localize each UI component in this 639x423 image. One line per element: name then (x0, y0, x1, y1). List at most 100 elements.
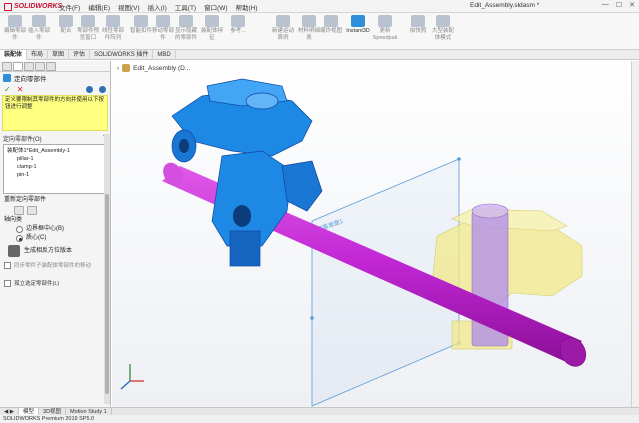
help-icon[interactable] (86, 85, 93, 93)
toolbar-button-14[interactable]: 更新Speedpak (372, 15, 398, 47)
tree-item[interactable]: clamp-1 (7, 163, 103, 171)
toolbar-icon (32, 15, 46, 27)
pushpin-icon[interactable] (99, 85, 106, 93)
model-view[interactable]: 前视基准面1 (112, 61, 639, 407)
flyout-tree[interactable]: › Edit_Assembly (D... (117, 64, 190, 72)
cancel-button[interactable]: ✕ (17, 85, 24, 94)
panel-tabs (0, 61, 110, 72)
sync-checkbox[interactable]: 同步零件子装配体零部件的移动 (0, 259, 110, 271)
close-button[interactable]: ✕ (629, 1, 635, 9)
toolbar-button-12[interactable]: 爆炸视图 (318, 15, 344, 47)
toolbar-icon (205, 15, 219, 27)
toolbar-button-16[interactable]: 大型装配体模式 (430, 15, 456, 47)
checkbox-box[interactable] (4, 261, 11, 269)
tab-3[interactable]: 评估 (69, 50, 91, 60)
isolate-checkbox[interactable]: 孤立选定零部件(L) (0, 277, 110, 289)
feature-tree-tab-icon[interactable] (2, 62, 12, 71)
plane-handle[interactable] (457, 157, 461, 161)
ds-logo-icon (4, 2, 12, 11)
toolbar-label: 更新Speedpak (372, 28, 398, 41)
toolbar-icon (156, 15, 170, 27)
panel-scrollbar[interactable] (104, 134, 110, 404)
reorient-heading: 重新定向零部件 (4, 197, 47, 203)
toolbar-icon (411, 15, 425, 27)
toolbar-button-0[interactable]: 编辑零部件 (2, 15, 28, 47)
tree-item[interactable]: pin-1 (7, 171, 103, 179)
toolbar-label: 新建运动算例 (271, 28, 294, 41)
expand-arrow-icon[interactable]: › (117, 65, 119, 72)
components-section-header[interactable]: 定向零部件(O) ⌃ (0, 131, 110, 144)
configuration-tab-icon[interactable] (24, 62, 34, 71)
toolbar-button-8[interactable]: 装配体特征 (199, 15, 225, 47)
graphics-area[interactable]: 前视基准面1 › Edit_Assembly (D... (112, 61, 639, 407)
tab-model[interactable]: 模型 (19, 408, 40, 415)
task-pane[interactable] (631, 61, 639, 407)
menu-window[interactable]: 窗口(W) (201, 1, 230, 13)
radio-dot[interactable] (16, 226, 23, 233)
toolbar-button-7[interactable]: 显示隐藏的零部件 (173, 15, 199, 47)
command-manager: 编辑零部件 插入零部件 配合 零部件预览窗口 线性零部件阵列 智能扣件 移动零部件 显示隐藏的… (0, 13, 639, 50)
toolbar-button-3[interactable]: 零部件预览窗口 (75, 15, 101, 47)
menu-edit[interactable]: 编辑(E) (85, 1, 113, 13)
checkbox-box[interactable] (4, 279, 11, 287)
document-title: Edit_Assembly.sldasm * (470, 2, 540, 9)
toolbar-icon (8, 15, 22, 27)
reorient-section: 重新定向零部件 轴向类 边界框中心(B) 质心(C) 生成相反方位版本 (0, 194, 110, 259)
tab-motion-study[interactable]: Motion Study 1 (66, 408, 112, 415)
ok-button[interactable]: ✓ (4, 85, 11, 94)
toolbar-icon (324, 15, 338, 27)
toolbar-label: 爆炸视图 (319, 28, 342, 34)
maximize-button[interactable]: ☐ (616, 1, 622, 9)
component-list[interactable]: 装配体1*Edit_Assembly-1 pillar-1 clamp-1 pin-1 (3, 144, 107, 194)
flyout-tree-label: Edit_Assembly (D... (133, 64, 191, 72)
property-manager-controls: ✓ ✕ (0, 83, 110, 95)
plane-handle[interactable] (310, 316, 314, 320)
toolbar-label: Instant3D (346, 28, 370, 34)
toolbar-label: 插入零部件 (27, 28, 50, 41)
status-bar: SOLIDWORKS Premium 2019 SP5.0 (0, 415, 639, 423)
toolbar-icon (106, 15, 120, 27)
radio-bounding-box[interactable]: 边界框中心(B) (4, 225, 106, 234)
property-manager-tab-icon[interactable] (13, 62, 23, 71)
title-bar: SOLIDWORKS 文件(F) 编辑(E) 视图(V) 插入(I) 工具(T)… (0, 0, 639, 13)
toolbar-button-13[interactable]: Instant3D (345, 15, 371, 47)
toolbar-label: 拍快照 (409, 28, 427, 34)
tab-5[interactable]: MBD (153, 50, 176, 60)
toolbar-button-10[interactable]: 新建运动算例 (270, 15, 296, 47)
solidworks-window: SOLIDWORKS 文件(F) 编辑(E) 视图(V) 插入(I) 工具(T)… (0, 0, 639, 423)
radio-label: 质心(C) (26, 235, 47, 241)
radio-dot[interactable] (16, 235, 23, 242)
solidworks-logo[interactable]: SOLIDWORKS (4, 2, 62, 11)
menu-tools[interactable]: 工具(T) (172, 1, 199, 13)
dimxpert-tab-icon[interactable] (35, 62, 45, 71)
isolate-label: 孤立选定零部件(L) (14, 281, 60, 287)
command-manager-tabs: 装配体 布局 草图 评估 SOLIDWORKS 插件 MBD (0, 50, 639, 60)
radio-center-of-mass[interactable]: 质心(C) (4, 234, 106, 243)
toolbar-label: 配合 (60, 28, 72, 34)
tab-4[interactable]: SOLIDWORKS 插件 (90, 50, 154, 60)
tree-item[interactable]: pillar-1 (7, 155, 103, 163)
scrollbar-thumb[interactable] (105, 194, 109, 394)
toolbar-button-1[interactable]: 插入零部件 (26, 15, 52, 47)
tab-3d-views[interactable]: 3D视图 (39, 408, 67, 415)
toolbar-button-9[interactable]: 参考... (225, 15, 251, 47)
tab-0[interactable]: 装配体 (0, 50, 28, 60)
orientation-heading: 轴向类 (4, 217, 23, 223)
nav-arrows[interactable]: ◀ ▶ (0, 408, 19, 415)
minimize-button[interactable]: — (602, 1, 609, 9)
orient-button-2[interactable] (27, 206, 37, 215)
radio-label: 边界框中心(B) (26, 226, 64, 232)
generate-opposite-button[interactable]: 生成相反方位版本 (4, 245, 106, 257)
menu-insert[interactable]: 插入(I) (145, 1, 170, 13)
tree-item[interactable]: 装配体1*Edit_Assembly-1 (7, 147, 103, 155)
menu-view[interactable]: 视图(V) (115, 1, 143, 13)
display-tab-icon[interactable] (46, 62, 56, 71)
menu-file[interactable]: 文件(F) (56, 1, 83, 13)
toolbar-icon (179, 15, 193, 27)
orient-button-1[interactable] (14, 206, 24, 215)
menu-help[interactable]: 帮助(H) (233, 1, 261, 13)
toolbar-button-15[interactable]: 拍快照 (405, 15, 431, 47)
tab-1[interactable]: 布局 (27, 50, 49, 60)
toolbar-button-4[interactable]: 线性零部件阵列 (100, 15, 126, 47)
tab-2[interactable]: 草图 (48, 50, 70, 60)
